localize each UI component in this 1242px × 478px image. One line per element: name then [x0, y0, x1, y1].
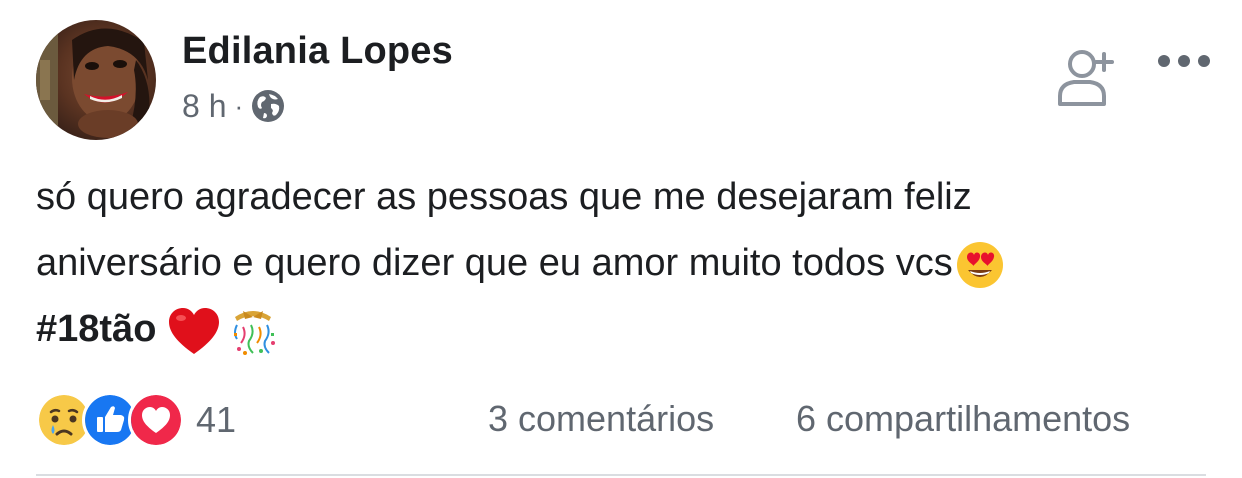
add-friend-icon[interactable]: [1052, 44, 1118, 110]
author-name[interactable]: Edilania Lopes: [182, 30, 453, 73]
shares-count-link[interactable]: 6 compartilhamentos: [796, 398, 1130, 440]
meta-separator: ·: [234, 90, 244, 121]
comments-count-link[interactable]: 3 comentários: [488, 398, 714, 440]
globe-icon[interactable]: [251, 89, 285, 123]
post-divider: [36, 474, 1206, 476]
hashtag-link[interactable]: #18tão: [36, 308, 156, 350]
post-text: só quero agradecer as pessoas que me des…: [36, 164, 1206, 362]
post-text-line: aniversário e quero dizer que eu amor mu…: [36, 230, 1206, 296]
love-reaction-icon: [128, 392, 184, 448]
post-text-line: só quero agradecer as pessoas que me des…: [36, 176, 972, 218]
heart-eyes-emoji: [956, 241, 1003, 288]
post-time[interactable]: 8 h: [182, 88, 226, 125]
post-text-line: #18tão: [36, 296, 1206, 362]
author-avatar[interactable]: [36, 20, 156, 140]
more-options-icon[interactable]: [1156, 46, 1212, 76]
reaction-count[interactable]: 41: [196, 399, 236, 441]
post-text-line-content: aniversário e quero dizer que eu amor mu…: [36, 242, 953, 284]
post-meta: 8 h ·: [182, 86, 285, 126]
confetti-ball-emoji: [233, 310, 275, 355]
feed-post: Edilania Lopes 8 h · só quero agradecer …: [0, 0, 1242, 478]
reactions-summary[interactable]: 41: [36, 392, 236, 448]
red-heart-emoji: [168, 307, 219, 354]
